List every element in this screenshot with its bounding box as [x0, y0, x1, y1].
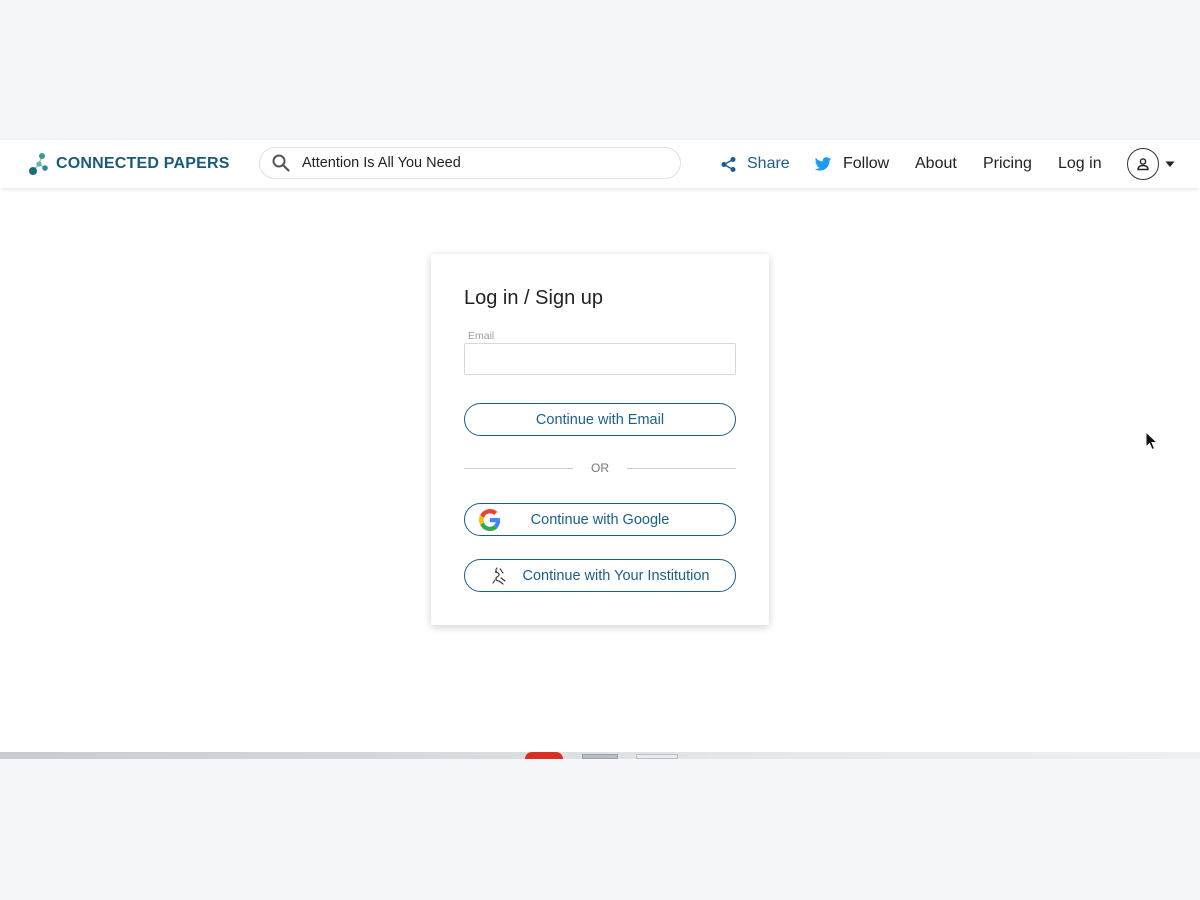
google-icon	[479, 509, 501, 531]
brand-name: CONNECTED PAPERS	[56, 155, 230, 172]
search-bar[interactable]	[259, 147, 681, 179]
taskbar-app-icon-red[interactable]	[525, 752, 563, 759]
login-title: Log in / Sign up	[464, 287, 603, 309]
user-icon	[1137, 158, 1149, 171]
twitter-bird-icon	[814, 157, 832, 171]
pricing-label: Pricing	[983, 155, 1032, 172]
mouse-cursor-icon	[1145, 431, 1159, 451]
about-link[interactable]: About	[915, 154, 957, 174]
share-button[interactable]: Share	[720, 154, 790, 174]
connected-dots-logo-icon	[29, 153, 48, 175]
divider-line-right	[627, 468, 736, 469]
continue-with-institution-button[interactable]: Continue with Your Institution	[464, 559, 736, 592]
continue-with-institution-label: Continue with Your Institution	[522, 567, 710, 584]
follow-button[interactable]: Follow	[814, 154, 889, 174]
search-icon	[272, 154, 290, 172]
login-link[interactable]: Log in	[1058, 154, 1102, 174]
continue-with-google-label: Continue with Google	[530, 511, 670, 528]
or-divider: OR	[464, 460, 736, 476]
login-label: Log in	[1058, 155, 1102, 172]
continue-with-email-label: Continue with Email	[535, 411, 665, 428]
account-menu-button[interactable]	[1127, 147, 1175, 181]
taskbar-app-icon[interactable]	[582, 754, 618, 759]
about-label: About	[915, 155, 957, 172]
continue-with-email-button[interactable]: Continue with Email	[464, 403, 736, 436]
brand-logo-link[interactable]: CONNECTED PAPERS	[28, 152, 230, 176]
top-navbar: CONNECTED PAPERS Share Follow	[0, 140, 1200, 188]
login-card: Log in / Sign up Email Continue with Ema…	[431, 254, 769, 625]
search-input[interactable]	[302, 155, 662, 171]
caret-down-icon	[1165, 161, 1175, 167]
institution-icon	[490, 566, 510, 586]
pricing-link[interactable]: Pricing	[983, 154, 1032, 174]
taskbar-app-icon[interactable]	[636, 754, 678, 759]
share-icon	[721, 156, 736, 172]
follow-label: Follow	[843, 155, 890, 172]
share-label: Share	[747, 155, 790, 172]
page: CONNECTED PAPERS Share Follow	[0, 140, 1200, 752]
avatar	[1127, 148, 1159, 180]
email-field[interactable]	[464, 343, 736, 375]
continue-with-google-button[interactable]: Continue with Google	[464, 503, 736, 536]
email-label: Email	[468, 330, 495, 342]
